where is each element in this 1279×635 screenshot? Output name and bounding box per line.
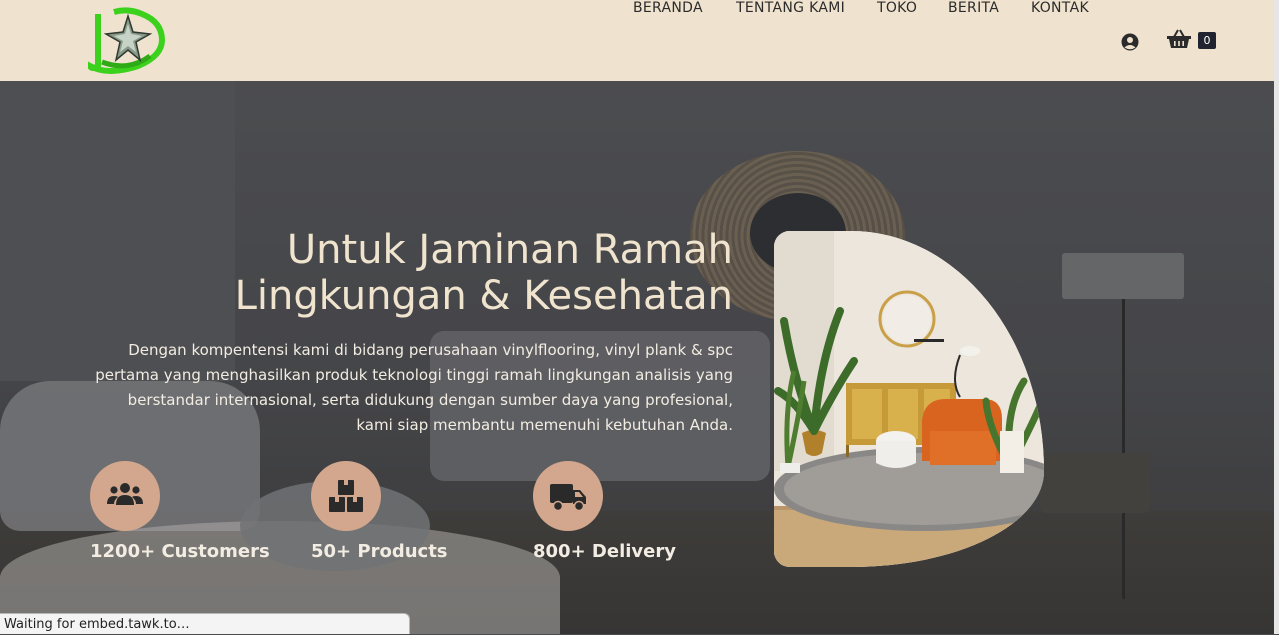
stat-delivery-label: 800+ Delivery: [533, 541, 676, 562]
stat-customers-label: 1200+ Customers: [90, 541, 270, 562]
hero-title-line-1: Untuk Jaminan Ramah: [286, 227, 733, 273]
hero-description: Dengan kompentensi kami di bidang perusa…: [95, 341, 733, 434]
cart-count-badge: 0: [1198, 32, 1216, 49]
nav-toko[interactable]: TOKO: [877, 0, 917, 16]
hero-title-line-2: Lingkungan & Kesehatan: [234, 273, 733, 319]
browser-status-bar: Waiting for embed.tawk.to…: [0, 613, 410, 634]
stat-products-label: 50+ Products: [311, 541, 448, 562]
hero-section: Untuk Jaminan Ramah Lingkungan & Kesehat…: [0, 81, 1279, 634]
site-header: BERANDA TENTANG KAMI TOKO BERITA KONTAK …: [0, 0, 1279, 81]
hero-title: Untuk Jaminan Ramah Lingkungan & Kesehat…: [235, 227, 733, 319]
nav-kontak[interactable]: KONTAK: [1031, 0, 1089, 16]
boxes-icon: [329, 480, 363, 512]
user-circle-icon[interactable]: [1121, 33, 1139, 51]
users-icon: [107, 483, 143, 505]
nav-tentang-kami[interactable]: TENTANG KAMI: [736, 0, 845, 16]
nav-beranda[interactable]: BERANDA: [633, 0, 703, 16]
truck-icon: [550, 484, 586, 512]
page-scrollbar[interactable]: [1274, 0, 1279, 634]
nav-berita[interactable]: BERITA: [948, 0, 999, 16]
shopping-basket-icon[interactable]: [1167, 29, 1191, 49]
logo-icon[interactable]: [88, 6, 166, 74]
